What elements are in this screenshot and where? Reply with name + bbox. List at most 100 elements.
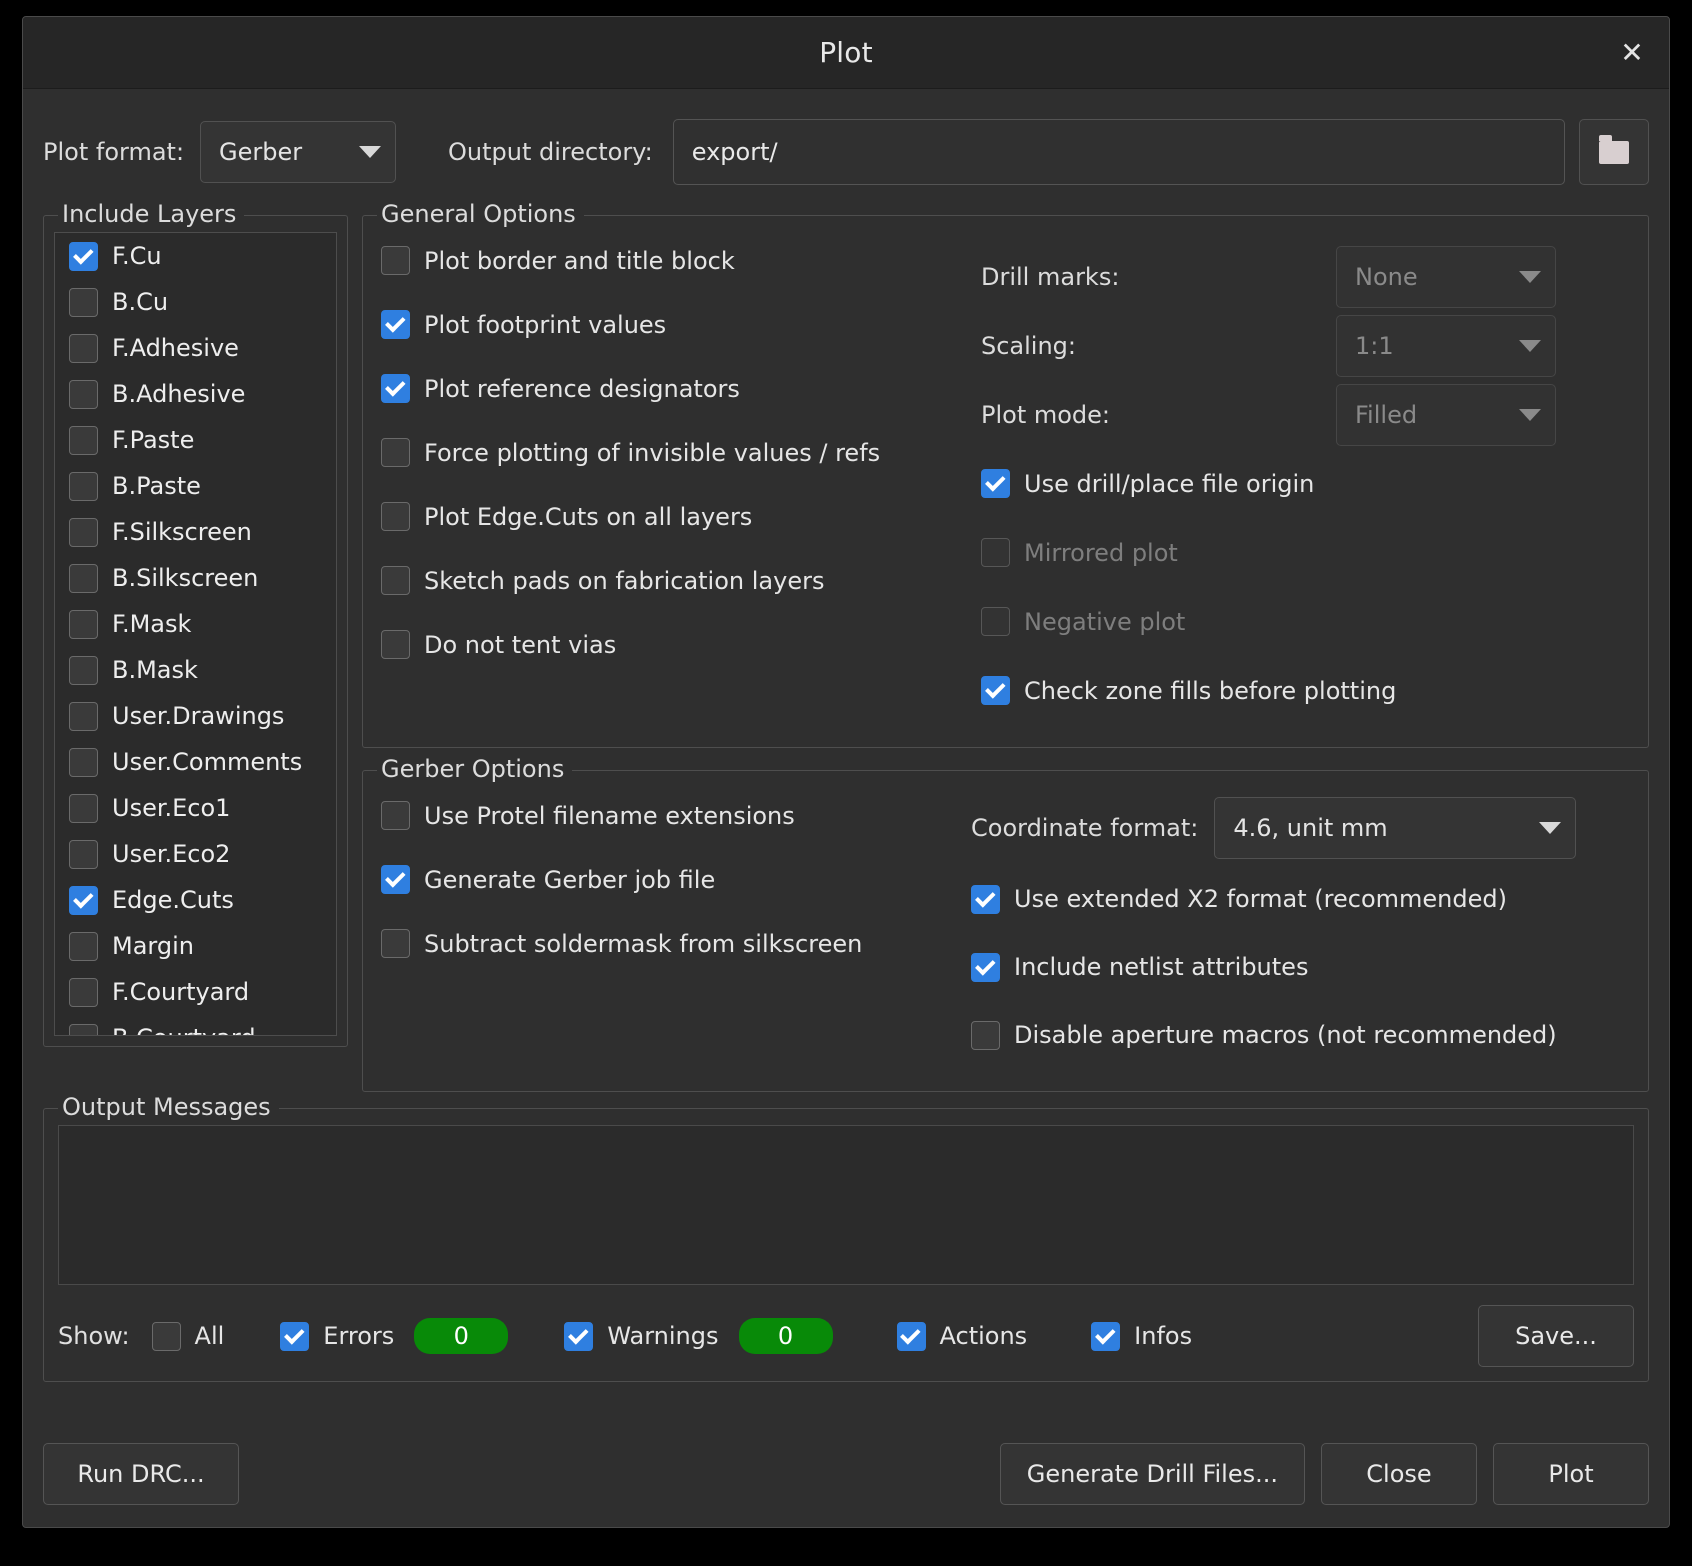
plot-reference-designators-checkbox-row[interactable]: Plot reference designators <box>381 374 981 403</box>
use-extended-x2-checkbox-row[interactable]: Use extended X2 format (recommended) <box>971 865 1630 933</box>
include-netlist-attributes-label: Include netlist attributes <box>1014 953 1308 981</box>
list-item[interactable]: User.Eco1 <box>55 785 336 831</box>
include-netlist-attributes-checkbox[interactable] <box>971 953 1000 982</box>
sketch-pads-fabrication-checkbox[interactable] <box>381 566 410 595</box>
drill-marks-select[interactable]: None <box>1336 246 1556 308</box>
filter-errors-checkbox[interactable] <box>280 1322 309 1351</box>
list-item[interactable]: B.Paste <box>55 463 336 509</box>
layer-checkbox[interactable] <box>69 886 98 915</box>
list-item[interactable]: User.Drawings <box>55 693 336 739</box>
plot-format-select[interactable]: Gerber <box>200 121 396 183</box>
plot-footprint-values-checkbox[interactable] <box>381 310 410 339</box>
filter-actions-checkbox-row[interactable]: Actions <box>897 1322 1028 1351</box>
check-zone-fills-checkbox[interactable] <box>981 676 1010 705</box>
layer-checkbox[interactable] <box>69 978 98 1007</box>
filter-infos-checkbox[interactable] <box>1091 1322 1120 1351</box>
layer-checkbox[interactable] <box>69 426 98 455</box>
list-item[interactable]: F.Mask <box>55 601 336 647</box>
filter-warnings-checkbox[interactable] <box>564 1322 593 1351</box>
layer-checkbox[interactable] <box>69 334 98 363</box>
list-item[interactable]: F.Courtyard <box>55 969 336 1015</box>
plot-reference-designators-checkbox[interactable] <box>381 374 410 403</box>
layer-checkbox[interactable] <box>69 794 98 823</box>
subtract-soldermask-checkbox-row[interactable]: Subtract soldermask from silkscreen <box>381 929 971 958</box>
layer-checkbox[interactable] <box>69 748 98 777</box>
list-item[interactable]: B.Silkscreen <box>55 555 336 601</box>
negative-plot-checkbox-row[interactable]: Negative plot <box>981 587 1630 656</box>
layer-checkbox[interactable] <box>69 288 98 317</box>
use-extended-x2-checkbox[interactable] <box>971 885 1000 914</box>
layer-checkbox[interactable] <box>69 518 98 547</box>
plot-border-title-block-checkbox[interactable] <box>381 246 410 275</box>
negative-plot-checkbox[interactable] <box>981 607 1010 636</box>
sketch-pads-fabrication-checkbox-row[interactable]: Sketch pads on fabrication layers <box>381 566 981 595</box>
output-messages-box[interactable] <box>58 1125 1634 1285</box>
list-item[interactable]: B.Adhesive <box>55 371 336 417</box>
disable-aperture-macros-checkbox[interactable] <box>971 1021 1000 1050</box>
plot-mode-value: Filled <box>1355 401 1417 429</box>
filter-all-checkbox[interactable] <box>152 1322 181 1351</box>
scaling-select[interactable]: 1:1 <box>1336 315 1556 377</box>
filter-actions-label: Actions <box>940 1322 1028 1350</box>
filter-infos-checkbox-row[interactable]: Infos <box>1091 1322 1192 1351</box>
plot-edgecuts-all-layers-checkbox-row[interactable]: Plot Edge.Cuts on all layers <box>381 502 981 531</box>
mirrored-plot-checkbox-row[interactable]: Mirrored plot <box>981 518 1630 587</box>
include-netlist-attributes-checkbox-row[interactable]: Include netlist attributes <box>971 933 1630 1001</box>
layer-checkbox[interactable] <box>69 564 98 593</box>
use-protel-extensions-checkbox-row[interactable]: Use Protel filename extensions <box>381 801 971 830</box>
layer-checkbox[interactable] <box>69 242 98 271</box>
mirrored-plot-checkbox[interactable] <box>981 538 1010 567</box>
list-item[interactable]: B.Courtyard <box>55 1015 336 1036</box>
plot-button[interactable]: Plot <box>1493 1443 1649 1505</box>
layer-checkbox[interactable] <box>69 932 98 961</box>
plot-mode-select[interactable]: Filled <box>1336 384 1556 446</box>
drill-marks-row: Drill marks: None <box>981 242 1630 311</box>
layers-list[interactable]: F.Cu B.Cu F.Adhesive B.Adhesive F.Paste <box>54 232 337 1036</box>
run-drc-button[interactable]: Run DRC... <box>43 1443 239 1505</box>
layer-checkbox[interactable] <box>69 472 98 501</box>
generate-gerber-job-file-checkbox-row[interactable]: Generate Gerber job file <box>381 865 971 894</box>
list-item[interactable]: F.Adhesive <box>55 325 336 371</box>
list-item[interactable]: Margin <box>55 923 336 969</box>
list-item[interactable]: B.Cu <box>55 279 336 325</box>
use-drill-place-origin-checkbox-row[interactable]: Use drill/place file origin <box>981 449 1630 518</box>
list-item[interactable]: F.Paste <box>55 417 336 463</box>
layer-checkbox[interactable] <box>69 1024 98 1037</box>
subtract-soldermask-checkbox[interactable] <box>381 929 410 958</box>
filter-warnings-checkbox-row[interactable]: Warnings <box>564 1322 718 1351</box>
save-button[interactable]: Save... <box>1478 1305 1634 1367</box>
list-item[interactable]: Edge.Cuts <box>55 877 336 923</box>
plot-footprint-values-checkbox-row[interactable]: Plot footprint values <box>381 310 981 339</box>
layer-checkbox[interactable] <box>69 840 98 869</box>
close-icon[interactable]: ✕ <box>1609 30 1655 76</box>
layer-checkbox[interactable] <box>69 610 98 639</box>
output-directory-input[interactable]: export/ <box>673 119 1565 185</box>
force-plot-invisible-checkbox-row[interactable]: Force plotting of invisible values / ref… <box>381 438 981 467</box>
close-button[interactable]: Close <box>1321 1443 1477 1505</box>
generate-drill-files-button[interactable]: Generate Drill Files... <box>1000 1443 1305 1505</box>
plot-edgecuts-all-layers-checkbox[interactable] <box>381 502 410 531</box>
use-protel-extensions-checkbox[interactable] <box>381 801 410 830</box>
disable-aperture-macros-checkbox-row[interactable]: Disable aperture macros (not recommended… <box>971 1001 1630 1069</box>
use-drill-place-origin-checkbox[interactable] <box>981 469 1010 498</box>
drill-marks-label: Drill marks: <box>981 263 1336 291</box>
plot-border-title-block-checkbox-row[interactable]: Plot border and title block <box>381 246 981 275</box>
list-item[interactable]: F.Silkscreen <box>55 509 336 555</box>
browse-directory-button[interactable] <box>1579 119 1649 185</box>
list-item[interactable]: F.Cu <box>55 233 336 279</box>
layer-checkbox[interactable] <box>69 702 98 731</box>
force-plot-invisible-checkbox[interactable] <box>381 438 410 467</box>
check-zone-fills-checkbox-row[interactable]: Check zone fills before plotting <box>981 656 1630 725</box>
list-item[interactable]: User.Comments <box>55 739 336 785</box>
generate-gerber-job-file-checkbox[interactable] <box>381 865 410 894</box>
layer-checkbox[interactable] <box>69 380 98 409</box>
filter-errors-checkbox-row[interactable]: Errors <box>280 1322 394 1351</box>
filter-all-checkbox-row[interactable]: All <box>152 1322 225 1351</box>
list-item[interactable]: B.Mask <box>55 647 336 693</box>
do-not-tent-vias-checkbox-row[interactable]: Do not tent vias <box>381 630 981 659</box>
list-item[interactable]: User.Eco2 <box>55 831 336 877</box>
filter-actions-checkbox[interactable] <box>897 1322 926 1351</box>
coordinate-format-select[interactable]: 4.6, unit mm <box>1214 797 1576 859</box>
layer-checkbox[interactable] <box>69 656 98 685</box>
do-not-tent-vias-checkbox[interactable] <box>381 630 410 659</box>
